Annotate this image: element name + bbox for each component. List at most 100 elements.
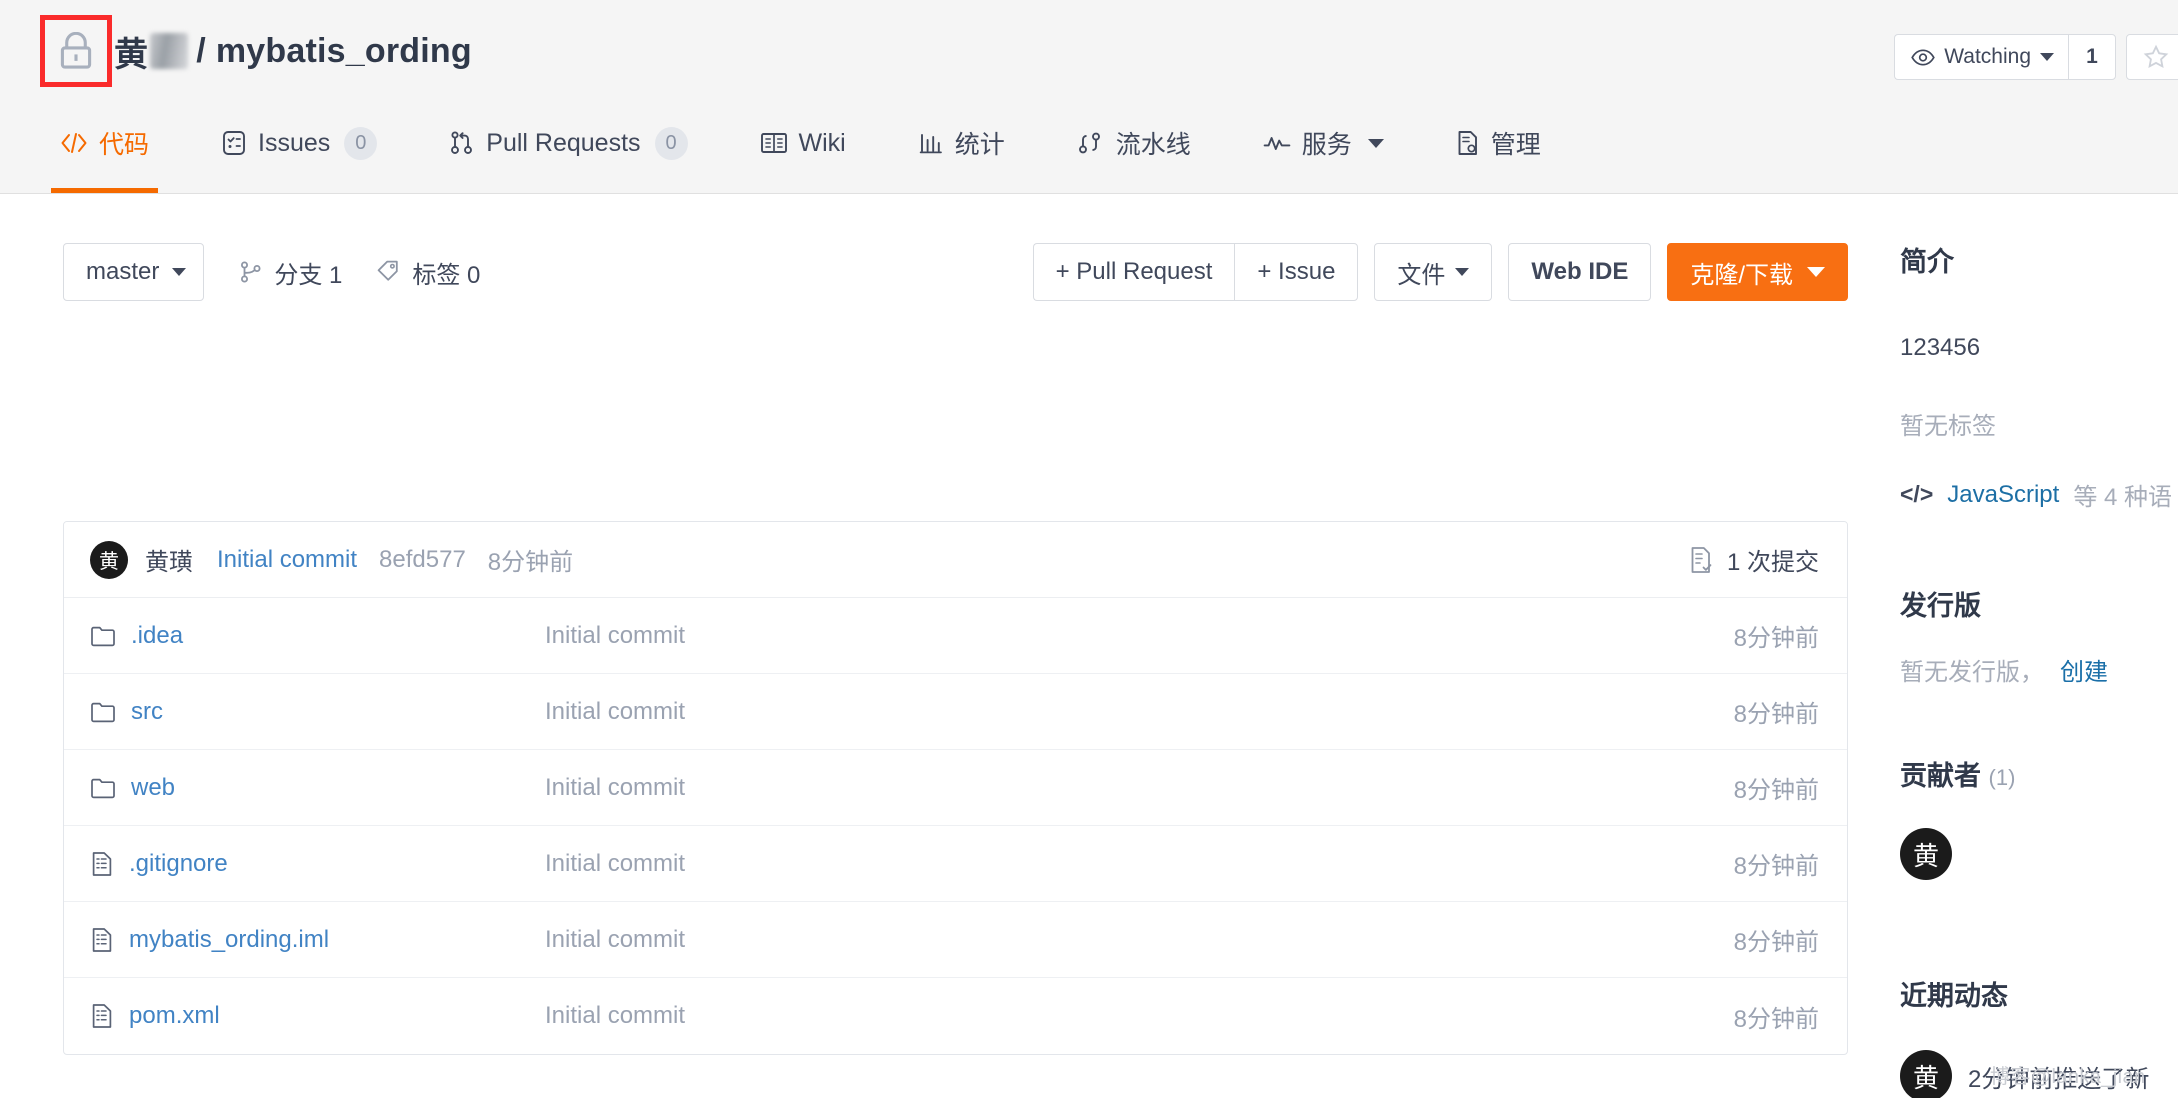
activity-icon (1263, 137, 1291, 150)
file-entry-link[interactable]: .idea (90, 622, 545, 650)
latest-commit-bar: 黄 黄璜 Initial commit 8efd577 8分钟前 1 次提交 (64, 522, 1847, 598)
repo-sidebar: 简介 123456 暂无标签 </> JavaScript 等 4 种语 发行版… (1900, 194, 2178, 1098)
tab-wiki-label: Wiki (798, 128, 846, 157)
tab-code-label: 代码 (99, 131, 150, 159)
star-icon (2143, 44, 2169, 69)
code-brackets-icon (61, 133, 87, 153)
commit-time: 8分钟前 (487, 549, 574, 576)
branch-selector[interactable]: master (63, 243, 205, 301)
branches-link[interactable]: 分支 1 (238, 255, 342, 290)
releases-heading: 发行版 (1900, 591, 1981, 621)
file-commit-time: 8分钟前 (1733, 1005, 1819, 1033)
file-browser-panel: 黄 黄璜 Initial commit 8efd577 8分钟前 1 次提交 .… (63, 521, 1848, 1055)
branch-selector-label: master (86, 258, 160, 285)
file-commit-time: 8分钟前 (1733, 701, 1819, 728)
language-count-text: 等 4 种语 (2073, 484, 2172, 511)
commit-author[interactable]: 黄璜 (145, 542, 193, 577)
new-issue-button[interactable]: + Issue (1234, 243, 1359, 301)
releases-empty-row: 暂无发行版， 创建 (1900, 652, 2108, 687)
file-commit-time: 8分钟前 (1733, 853, 1819, 880)
file-dropdown-label: 文件 (1397, 261, 1446, 289)
file-icon (92, 927, 112, 952)
tags-label: 标签 0 (412, 261, 481, 289)
tab-pipeline[interactable]: 流水线 (1077, 115, 1191, 193)
file-commit-message: Initial commit (545, 1002, 686, 1029)
table-row[interactable]: pom.xml Initial commit 8分钟前 (64, 978, 1847, 1054)
watch-button-group: Watching 1 (1894, 34, 2116, 80)
new-pull-request-button[interactable]: + Pull Request (1032, 243, 1235, 301)
file-entry-link[interactable]: pom.xml (90, 1002, 545, 1030)
tab-management[interactable]: 管理 (1456, 115, 1541, 193)
tab-wiki[interactable]: Wiki (760, 115, 846, 193)
file-entry-link[interactable]: src (90, 698, 545, 726)
tab-services-label: 服务 (1301, 131, 1352, 159)
branches-label: 分支 1 (274, 261, 343, 289)
repo-title-row: 黄 / mybatis_ording (40, 15, 472, 87)
code-icon: </> (1900, 481, 1934, 507)
owner-name-redaction (150, 33, 189, 69)
commit-message-link[interactable]: Initial commit (217, 546, 357, 574)
no-tags-text: 暂无标签 (1900, 413, 1996, 440)
table-row[interactable]: .idea Initial commit 8分钟前 (64, 598, 1847, 674)
file-commit-time: 8分钟前 (1733, 777, 1819, 804)
primary-language: JavaScript (1947, 480, 2060, 508)
tab-pull-requests[interactable]: Pull Requests 0 (449, 115, 688, 193)
file-name: .gitignore (129, 849, 228, 877)
table-row[interactable]: web Initial commit 8分钟前 (64, 750, 1847, 826)
activity-text: 2分钟前推送了新 (1968, 1065, 2150, 1093)
file-list: .idea Initial commit 8分钟前 src Initial commit… (64, 598, 1847, 1054)
chart-icon (919, 134, 942, 154)
file-name: web (131, 773, 176, 801)
repo-name-link[interactable]: mybatis_ording (216, 32, 472, 71)
branch-icon (241, 261, 261, 283)
table-row[interactable]: src Initial commit 8分钟前 (64, 674, 1847, 750)
file-icon (92, 851, 112, 876)
repo-owner-link[interactable]: 黄 (114, 27, 148, 76)
book-icon (760, 133, 787, 153)
star-button[interactable] (2126, 34, 2178, 80)
tab-issues-label: Issues (258, 128, 331, 157)
file-entry-link[interactable]: .gitignore (90, 850, 545, 878)
file-commit-message: Initial commit (545, 621, 686, 649)
tab-statistics[interactable]: 统计 (918, 115, 1005, 193)
watch-count[interactable]: 1 (2068, 34, 2116, 80)
repo-nav-tabs: 代码 Issues 0 Pull Requests 0 Wiki 统计 流水线 … (51, 115, 1613, 193)
table-row[interactable]: .gitignore Initial commit 8分钟前 (64, 826, 1847, 902)
commit-count-link[interactable]: 1 次提交 (1689, 542, 1819, 577)
watch-button[interactable]: Watching (1894, 34, 2068, 80)
file-entry-link[interactable]: mybatis_ording.iml (90, 926, 545, 954)
web-ide-button[interactable]: Web IDE (1508, 243, 1652, 301)
clone-download-button[interactable]: 克隆/下载 (1667, 243, 1848, 301)
chevron-down-icon (1807, 267, 1825, 277)
file-dropdown-button[interactable]: 文件 (1374, 243, 1493, 301)
tab-code[interactable]: 代码 (51, 115, 159, 193)
issue-icon (223, 131, 245, 155)
activity-item[interactable]: 黄 2分钟前推送了新 (1900, 1050, 2149, 1098)
file-entry-link[interactable]: web (90, 774, 545, 802)
page-title: 黄 / mybatis_ording (114, 27, 472, 76)
watch-label: Watching (1944, 45, 2031, 68)
chevron-down-icon (1367, 138, 1384, 148)
private-lock-highlight (40, 15, 112, 87)
repo-toolbar: master 分支 1 标签 0 + Pull Request + Issue … (63, 243, 1848, 301)
tab-pipeline-label: 流水线 (1115, 131, 1191, 159)
avatar[interactable]: 黄 (1900, 1050, 1952, 1098)
file-commit-message: Initial commit (545, 849, 686, 877)
create-release-link[interactable]: 创建 (2060, 652, 2108, 687)
tags-link[interactable]: 标签 0 (376, 255, 480, 290)
file-commit-message: Initial commit (545, 697, 686, 725)
tab-statistics-label: 统计 (954, 131, 1005, 159)
contributor-avatar[interactable]: 黄 (1900, 828, 1952, 880)
lock-icon (60, 32, 92, 69)
table-row[interactable]: mybatis_ording.iml Initial commit 8分钟前 (64, 902, 1847, 978)
no-release-text: 暂无发行版， (1900, 659, 2044, 686)
file-name: src (131, 697, 163, 725)
avatar[interactable]: 黄 (90, 540, 128, 579)
contributors-heading: 贡献者 (1) (1900, 754, 2015, 793)
commit-hash[interactable]: 8efd577 (379, 546, 466, 574)
chevron-down-icon (172, 268, 187, 276)
tab-issues[interactable]: Issues 0 (221, 115, 378, 193)
tab-services[interactable]: 服务 (1263, 115, 1384, 193)
active-tab-indicator (51, 188, 159, 193)
languages-link[interactable]: </> JavaScript 等 4 种语 (1900, 477, 2172, 512)
